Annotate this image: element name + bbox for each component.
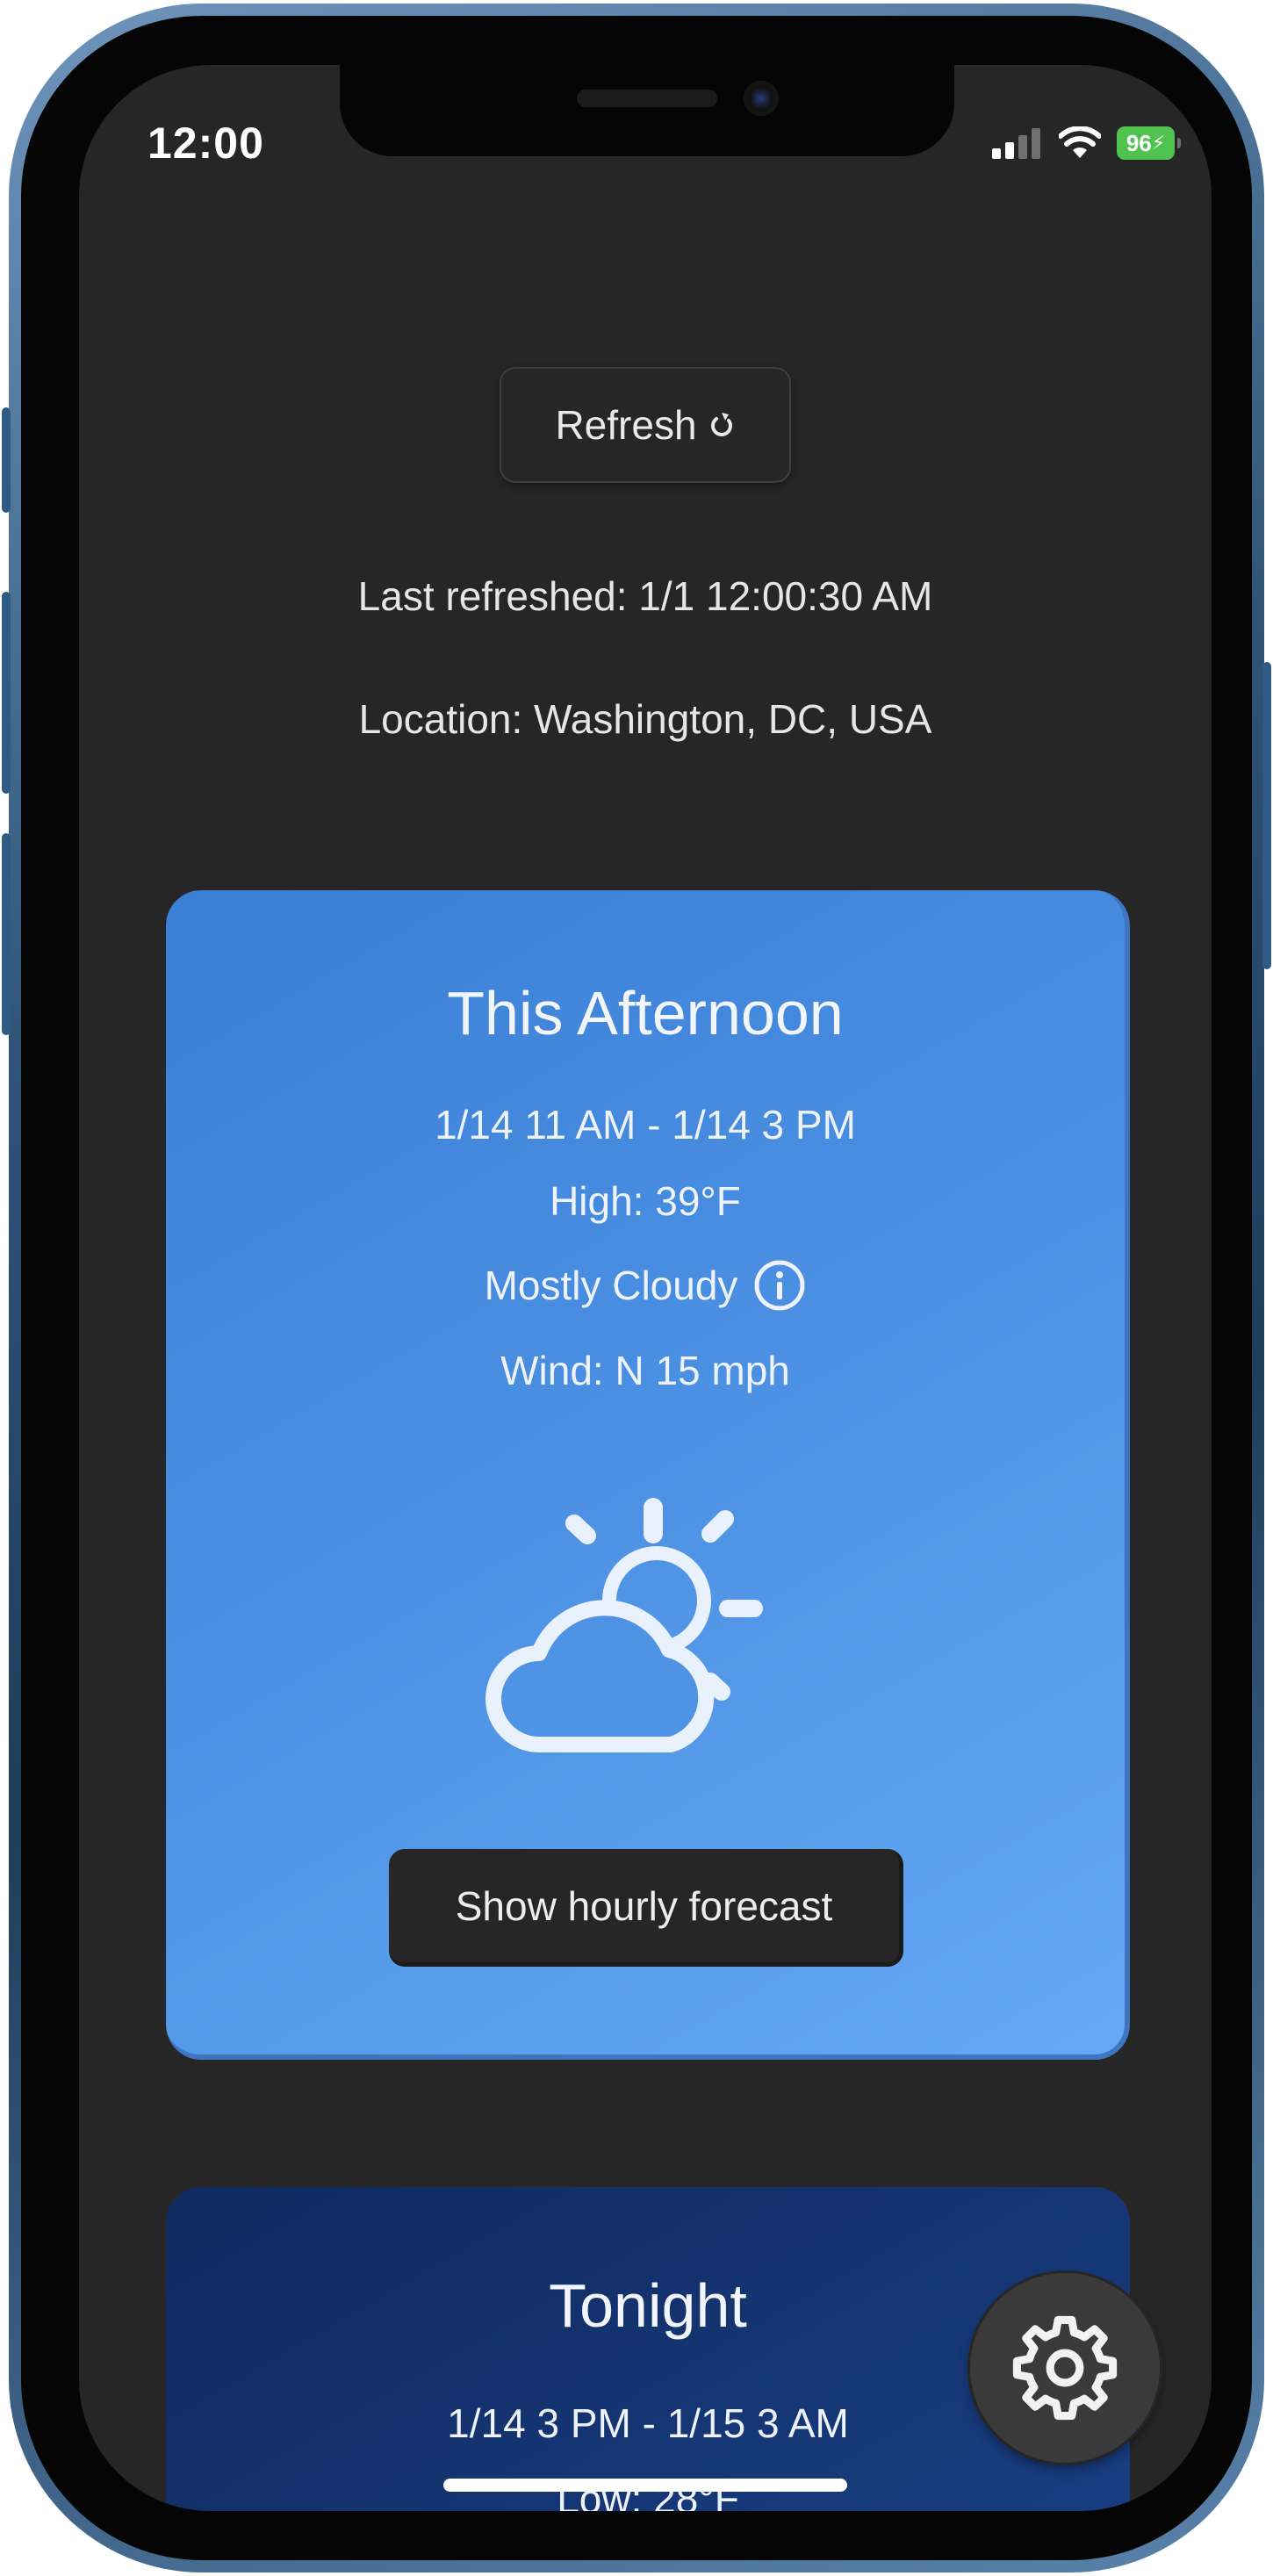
home-indicator[interactable] [443,2479,847,2492]
wifi-icon [1059,126,1101,158]
cellular-signal-icon [992,128,1040,159]
charging-bolt-icon: ⚡ [1151,132,1166,154]
forecast-card-afternoon: This Afternoon 1/14 11 AM - 1/14 3 PM Hi… [166,890,1130,2060]
show-hourly-forecast-button[interactable]: Show hourly forecast [389,1849,903,1967]
refresh-icon [710,413,732,436]
battery-icon: 96 ⚡ [1117,126,1181,160]
notch [340,65,954,156]
gear-icon [1012,2315,1118,2421]
volume-down-button [2,833,11,1035]
time-range: 1/14 11 AM - 1/14 3 PM [435,1102,856,1148]
wind: Wind: N 15 mph [500,1348,790,1393]
settings-button[interactable] [970,2273,1160,2463]
condition-row: Mostly Cloudy [166,1259,1125,1312]
last-refreshed-text: Last refreshed: 1/1 12:00:30 AM [357,573,933,619]
info-icon[interactable] [753,1259,806,1312]
temperature: High: 39°F [550,1178,741,1224]
refresh-button[interactable]: Refresh [500,367,791,483]
volume-up-button [2,592,11,794]
partly-cloudy-icon [485,1498,763,1752]
period-title: This Afternoon [447,979,844,1047]
speaker [577,90,717,107]
screen: 12:00 96 ⚡ Refresh Last refreshed: 1/1 1… [79,65,1212,2511]
battery-level: 96 [1126,129,1152,156]
phone-frame: 12:00 96 ⚡ Refresh Last refreshed: 1/1 1… [2,4,1271,2572]
power-button [1262,662,1271,969]
mute-switch [2,407,11,513]
refresh-label: Refresh [555,402,697,448]
location-text: Location: Washington, DC, USA [358,696,932,742]
status-icons: 96 ⚡ [992,126,1181,160]
status-time: 12:00 [147,119,264,168]
front-camera [744,81,779,116]
condition-text: Mostly Cloudy [484,1263,738,1308]
